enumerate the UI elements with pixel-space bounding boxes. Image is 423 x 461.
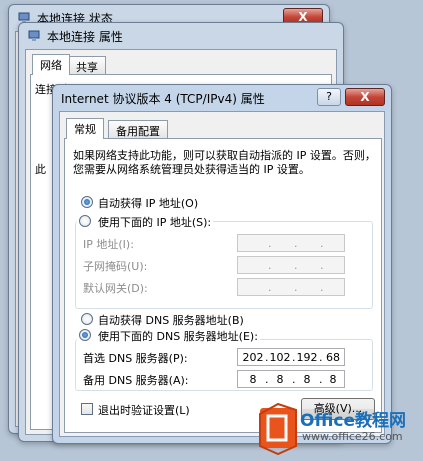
ipv4-properties-dialog: Internet 协议版本 4 (TCP/IPv4) 属性 ? X 常规 备用配…	[52, 84, 392, 444]
properties-window-titlebar[interactable]: 本地连接 属性	[19, 23, 343, 49]
tab-general[interactable]: 常规	[66, 118, 104, 139]
ip-address-label: IP 地址(I):	[83, 238, 134, 251]
alternate-dns-input[interactable]: 8 . 8 . 8 . 8	[237, 370, 345, 388]
help-button[interactable]: ?	[317, 88, 341, 106]
partial-label: 此	[35, 163, 46, 176]
gateway-label: 默认网关(D):	[83, 282, 148, 295]
preferred-dns-input[interactable]: 202 . 102 . 192 . 68	[237, 348, 345, 366]
auto-dns-label[interactable]: 自动获得 DNS 服务器地址(B)	[98, 312, 244, 328]
manual-dns-row: 使用下面的 DNS 服务器地址(E):	[77, 328, 260, 343]
manual-ip-radio[interactable]	[79, 215, 91, 227]
ip-address-input: ...	[237, 234, 345, 252]
close-button[interactable]: X	[345, 88, 385, 106]
tab-alternate-config[interactable]: 备用配置	[108, 120, 168, 139]
ipv4-dialog-client: 常规 备用配置 如果网络支持此功能，则可以获取自动指派的 IP 设置。否则， 您…	[59, 111, 385, 437]
validate-checkbox[interactable]	[81, 403, 93, 415]
validate-label[interactable]: 退出时验证设置(L)	[98, 402, 190, 418]
description-line-2: 您需要从网络系统管理员处获得适当的 IP 设置。	[73, 163, 310, 176]
subnet-mask-input: ...	[237, 256, 345, 274]
watermark-brand: Office教程网	[300, 411, 407, 431]
tab-sharing[interactable]: 共享	[68, 56, 106, 75]
manual-dns-label[interactable]: 使用下面的 DNS 服务器地址(E):	[98, 330, 258, 343]
watermark-url: www.office26.com	[302, 430, 403, 443]
office-watermark: Office教程网 www.office26.com	[258, 400, 423, 458]
subnet-mask-label: 子网掩码(U):	[83, 260, 148, 273]
alternate-dns-label: 备用 DNS 服务器(A):	[83, 374, 189, 387]
tab-network[interactable]: 网络	[32, 54, 70, 75]
manual-dns-radio[interactable]	[79, 329, 91, 341]
preferred-dns-label: 首选 DNS 服务器(P):	[83, 352, 188, 365]
manual-ip-row: 使用下面的 IP 地址(S):	[77, 214, 214, 229]
auto-ip-label[interactable]: 自动获得 IP 地址(O)	[98, 195, 198, 211]
general-page: 如果网络支持此功能，则可以获取自动指派的 IP 设置。否则， 您需要从网络系统管…	[64, 138, 382, 433]
auto-ip-radio[interactable]	[81, 196, 93, 208]
manual-ip-label[interactable]: 使用下面的 IP 地址(S):	[98, 216, 211, 229]
auto-dns-radio[interactable]	[81, 313, 93, 325]
network-icon	[28, 30, 40, 41]
properties-window-title: 本地连接 属性	[47, 29, 123, 44]
ipv4-dialog-title: Internet 协议版本 4 (TCP/IPv4) 属性	[61, 91, 265, 106]
gateway-input: ...	[237, 278, 345, 296]
